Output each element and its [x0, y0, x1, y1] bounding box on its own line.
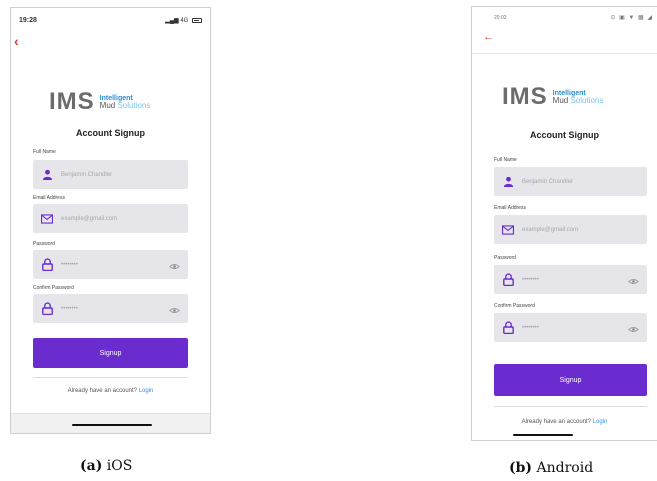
- caption-ios: (a) iOS: [80, 458, 132, 474]
- confirm-password-label: Confirm Password: [33, 285, 74, 291]
- confirm-password-field[interactable]: ••••••••: [494, 313, 647, 342]
- caption-ios-tag: (a): [80, 458, 103, 474]
- confirm-password-field[interactable]: ••••••••: [33, 294, 188, 323]
- fullname-label: Full Name: [494, 157, 517, 163]
- login-link[interactable]: Login: [593, 419, 608, 425]
- network-type: 4G: [180, 18, 189, 24]
- divider: [494, 406, 647, 407]
- email-label: Email Address: [494, 205, 526, 211]
- login-prompt: Already have an account? Login: [11, 388, 210, 394]
- fullname-label: Full Name: [33, 149, 56, 155]
- lock-icon: [41, 302, 53, 315]
- login-link[interactable]: Login: [139, 388, 154, 394]
- back-arrow-icon[interactable]: ←: [483, 32, 494, 43]
- eye-icon[interactable]: [628, 274, 639, 285]
- login-prompt-text: Already have an account?: [67, 388, 138, 394]
- eye-icon[interactable]: [628, 322, 639, 333]
- divider: [33, 377, 188, 378]
- login-prompt: Already have an account? Login: [472, 419, 657, 425]
- mail-icon: [502, 224, 514, 236]
- bottom-bar: [11, 413, 210, 433]
- lock-icon: [502, 273, 514, 286]
- lock-icon: [502, 321, 514, 334]
- user-icon: [41, 169, 53, 181]
- logo-text: Intelligent Mud Solutions: [100, 95, 151, 110]
- gesture-bar: [513, 434, 573, 436]
- home-indicator: [72, 424, 152, 426]
- logo-line-2: Mud Solutions: [99, 100, 151, 110]
- signal-icon: ▂▄▆: [165, 18, 179, 24]
- email-placeholder: example@gmail.com: [61, 215, 118, 222]
- caption-android: (b) Android: [509, 460, 593, 476]
- page-title: Account Signup: [530, 130, 599, 140]
- logo-word-mud: Mud: [552, 95, 569, 105]
- ios-screenshot: 19:28 ▂▄▆ 4G ‹ IMS Intelligent Mud Solut…: [10, 7, 211, 434]
- email-placeholder: example@gmail.com: [522, 226, 579, 233]
- login-prompt-text: Already have an account?: [521, 419, 592, 425]
- confirm-password-label: Confirm Password: [494, 303, 535, 309]
- logo-word-solutions: Solutions: [117, 100, 151, 110]
- mail-icon: [41, 213, 53, 225]
- fullname-placeholder: Benjamin Chandler: [61, 171, 113, 178]
- ims-logo: IMS Intelligent Mud Solutions: [502, 85, 603, 109]
- eye-icon[interactable]: [169, 303, 180, 314]
- status-bar: 20:02 ⊙ ▣ ▼ ▦ ◢: [472, 7, 657, 29]
- confirm-password-placeholder: ••••••••: [61, 305, 78, 312]
- app-bar-divider: [472, 53, 657, 54]
- confirm-password-placeholder: ••••••••: [522, 324, 539, 331]
- logo-word-mud: Mud: [99, 100, 116, 110]
- logo-mark: IMS: [49, 88, 95, 115]
- user-icon: [502, 176, 514, 188]
- password-placeholder: ••••••••: [61, 261, 78, 268]
- caption-android-tag: (b): [509, 460, 533, 476]
- email-field[interactable]: example@gmail.com: [33, 204, 188, 233]
- android-screenshot: 20:02 ⊙ ▣ ▼ ▦ ◢ ← IMS Intelligent Mud So…: [471, 6, 657, 441]
- logo-line-2: Mud Solutions: [552, 95, 604, 105]
- caption-ios-text: iOS: [106, 458, 133, 474]
- signup-button[interactable]: Signup: [33, 338, 188, 368]
- logo-word-solutions: Solutions: [570, 95, 604, 105]
- password-field[interactable]: ••••••••: [494, 265, 647, 294]
- password-label: Password: [494, 255, 516, 261]
- password-label: Password: [33, 241, 55, 247]
- caption-android-text: Android: [536, 460, 594, 476]
- lock-icon: [41, 258, 53, 271]
- fullname-field[interactable]: Benjamin Chandler: [33, 160, 188, 189]
- logo-mark: IMS: [502, 83, 548, 110]
- battery-icon: [192, 18, 202, 23]
- back-arrow-icon[interactable]: ‹: [14, 34, 19, 48]
- email-label: Email Address: [33, 195, 65, 201]
- signup-button[interactable]: Signup: [494, 364, 647, 396]
- status-time: 20:02: [494, 15, 507, 21]
- fullname-placeholder: Benjamin Chandler: [522, 178, 574, 185]
- logo-text: Intelligent Mud Solutions: [553, 90, 604, 105]
- ims-logo: IMS Intelligent Mud Solutions: [49, 90, 150, 114]
- status-indicators: ⊙ ▣ ▼ ▦ ◢: [610, 15, 653, 21]
- status-time: 19:28: [19, 17, 37, 24]
- fullname-field[interactable]: Benjamin Chandler: [494, 167, 647, 196]
- status-bar: 19:28 ▂▄▆ 4G: [11, 8, 210, 30]
- password-field[interactable]: ••••••••: [33, 250, 188, 279]
- status-indicators: ▂▄▆ 4G: [165, 17, 202, 24]
- eye-icon[interactable]: [169, 259, 180, 270]
- page-title: Account Signup: [76, 128, 145, 138]
- password-placeholder: ••••••••: [522, 276, 539, 283]
- email-field[interactable]: example@gmail.com: [494, 215, 647, 244]
